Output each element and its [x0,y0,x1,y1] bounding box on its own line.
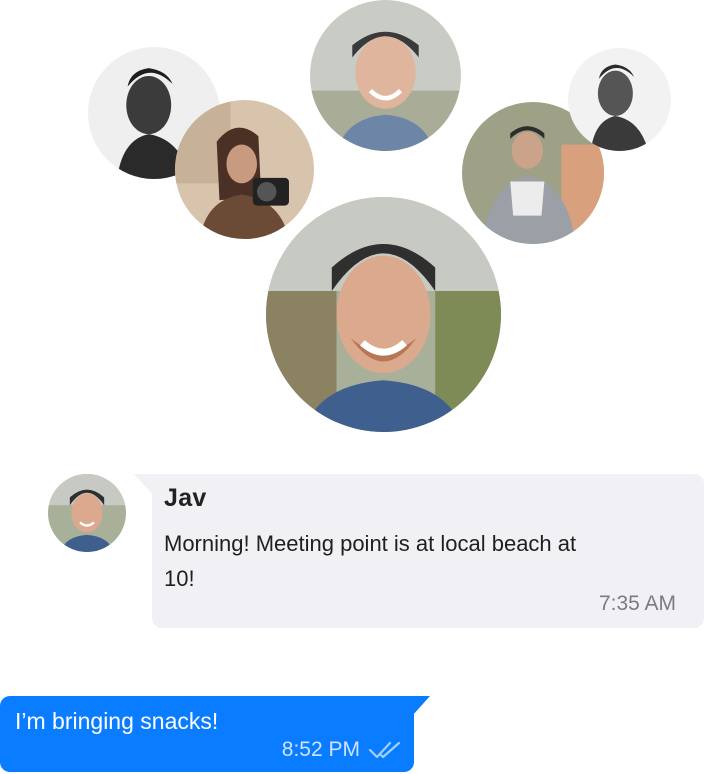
message-sender-avatar[interactable] [48,474,126,552]
person-smiling-cap-icon [48,474,126,552]
outgoing-message-meta: 8:52 PM [282,738,402,762]
outgoing-bubble-tail [412,696,430,716]
outgoing-message-time: 8:52 PM [281,738,360,761]
message-time: 7:35 AM [598,592,676,615]
message-text: Morning! Meeting point is at local beach… [164,531,577,591]
outgoing-message-bubble[interactable]: I’m bringing snacks! 8:52 PM [0,696,414,772]
double-check-icon [368,740,402,760]
avatar-person-bw-small[interactable] [568,48,671,151]
avatar-person-smiling-faded[interactable] [310,0,461,151]
person-portrait-bw-icon [568,48,671,151]
avatar-person-camera[interactable] [175,100,314,239]
incoming-bubble-tail [134,474,154,496]
incoming-message-bubble[interactable]: Jav Morning! Meeting point is at local b… [152,474,704,628]
person-smiling-cap-icon [310,0,461,151]
sender-name: Jav [164,484,207,512]
chat-screen: Jav Morning! Meeting point is at local b… [0,0,704,774]
avatar-person-smiling-large[interactable] [266,197,501,432]
outgoing-message-text: I’m bringing snacks! [15,708,219,734]
person-with-camera-icon [175,100,314,239]
person-smiling-cap-icon [266,197,501,432]
